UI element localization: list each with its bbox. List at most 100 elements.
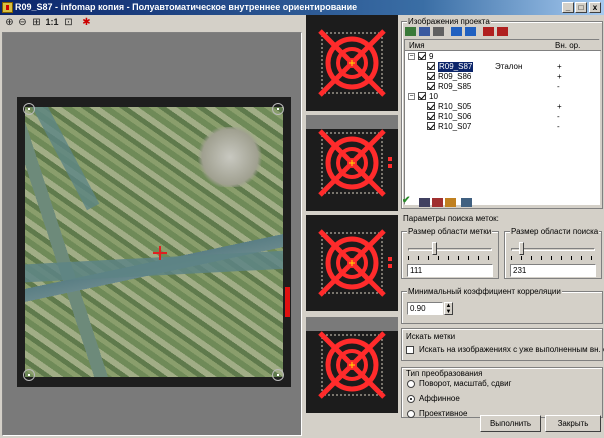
transform-option-rotate-scale-shift[interactable]: Поворот, масштаб, сдвиг [419,379,511,389]
zoom-in-icon[interactable]: ⊕ [3,16,16,29]
search-area-label: Размер области поиска [510,226,600,237]
marker-tool-icon[interactable] [432,198,443,207]
tree-group-name: 10 [429,92,438,101]
close-button[interactable]: Закрыть [545,415,601,432]
tree-image-name: R09_S87 [438,62,474,72]
tree-image-status: - [557,82,560,91]
image-panel: ⊕ ⊖ ⊞ 1:1 ⊡ ✱ [0,15,304,438]
tree-expander-icon[interactable]: − [408,53,415,60]
search-params-heading: Параметры поиска меток: [403,214,499,223]
minimize-button[interactable]: _ [562,2,574,13]
tree-image-row[interactable]: R09_S85 - [405,82,599,92]
project-tree[interactable]: Имя Вн. ор. −9 R09_S87 Эталон + R09_S86 + R09_… [404,39,601,205]
correlation-label: Минимальный коэффициент корреляции [407,286,562,297]
tree-tool-6-icon[interactable] [483,27,494,36]
report-icon[interactable] [461,198,472,207]
tree-image-name: R09_S85 [438,82,472,91]
correlation-input[interactable]: 0.90 [407,302,443,315]
marker-thumbnail-2[interactable] [306,115,398,211]
settings-tool-icon[interactable] [445,198,456,207]
tree-group-checkbox[interactable] [418,52,426,60]
project-images-group: Изображения проекта Имя Вн. ор. −9 R09_S8… [401,16,603,209]
transform-radio-rotate-scale-shift[interactable] [407,380,415,388]
tree-group-checkbox[interactable] [418,92,426,100]
zoom-out-icon[interactable]: ⊖ [16,16,29,29]
window-title: R09_S87 - infomap копия - Полуавтоматиче… [15,2,358,12]
find-on-oriented-checkbox[interactable] [406,346,414,354]
tree-tool-2-icon[interactable] [419,27,430,36]
tree-image-row[interactable]: R10_S07 - [405,122,599,132]
transform-type-label: Тип преобразования [406,369,483,378]
settings-panel: Изображения проекта Имя Вн. ор. −9 R09_S8… [399,15,604,438]
fiducial-mark-top-left [23,103,35,115]
tree-image-checkbox[interactable] [427,62,435,70]
tree-image-name: R10_S07 [438,122,472,131]
tree-image-row[interactable]: R09_S86 + [405,72,599,82]
search-area-input[interactable]: 231 [510,264,596,277]
marker-thumbnails [305,15,399,438]
tree-image-status: + [557,72,562,81]
tree-expander-icon[interactable]: − [408,93,415,100]
run-button[interactable]: Выполнить [480,415,541,432]
fiducial-target-icon [306,317,398,399]
maximize-button[interactable]: □ [575,2,587,13]
transform-radio-projective[interactable] [407,410,415,418]
transform-type-group: Тип преобразования Поворот, масштаб, сдв… [401,367,603,418]
marker-thumbnail-1[interactable] [306,15,398,111]
tree-image-status: + [557,62,562,71]
aerial-photo-frame [17,97,291,387]
tree-image-tag: Эталон [495,62,523,71]
tree-image-checkbox[interactable] [427,82,435,90]
tree-image-status: + [557,102,562,111]
transform-option-affine[interactable]: Аффинное [419,394,460,404]
find-marks-label: Искать метки [406,332,456,341]
title-bar: R09_S87 - infomap копия - Полуавтоматиче… [0,0,604,15]
tree-header: Имя Вн. ор. [405,40,601,51]
tree-image-checkbox[interactable] [427,72,435,80]
river-branch [30,107,100,211]
search-area-slider-thumb[interactable] [518,242,524,255]
mark-size-slider-thumb[interactable] [431,242,437,255]
check-icon[interactable]: ✔ [402,196,410,206]
tree-group-name: 9 [429,52,434,61]
marker-thumbnail-3[interactable] [306,215,398,311]
tree-tool-7-icon[interactable] [497,27,508,36]
tree-image-checkbox[interactable] [427,122,435,130]
mark-size-group: Размер области метки 111 [401,226,499,279]
find-on-oriented-label[interactable]: Искать на изображениях с уже выполненным… [419,345,604,355]
fiducial-target-icon [318,229,392,297]
search-area-slider[interactable] [511,242,595,260]
tree-image-row[interactable]: R09_S87 Эталон + [405,62,599,72]
project-images-label: Изображения проекта [407,16,491,27]
crosshair-cursor [153,246,167,260]
marker-thumbnail-4[interactable] [306,317,398,413]
column-name[interactable]: Имя [409,40,425,51]
frame-edge-marker [285,287,290,317]
camera-icon[interactable] [419,198,430,207]
tree-tool-5-icon[interactable] [465,27,476,36]
app-icon [2,2,13,13]
tree-image-name: R10_S05 [438,102,472,111]
mark-size-input[interactable]: 111 [407,264,493,277]
transform-option-projective[interactable]: Проективное [419,409,467,419]
tree-tool-1-icon[interactable] [405,27,416,36]
tree-image-row[interactable]: R10_S06 - [405,112,599,122]
mark-size-slider[interactable] [408,242,492,260]
tree-tool-4-icon[interactable] [451,27,462,36]
correlation-spin-button[interactable]: ▲ ▼ [444,302,453,315]
tree-image-checkbox[interactable] [427,102,435,110]
tree-tool-3-icon[interactable] [433,27,444,36]
search-area-group: Размер области поиска 231 [504,226,602,279]
fiducial-mark-top-right [272,103,284,115]
one-to-one-button[interactable]: 1:1 [44,16,60,29]
transform-radio-affine[interactable] [407,395,415,403]
tree-image-checkbox[interactable] [427,112,435,120]
extent-icon[interactable]: ⊡ [62,16,75,29]
image-viewer[interactable] [2,32,302,436]
zoom-fit-icon[interactable]: ⊞ [30,16,43,29]
tree-image-row[interactable]: R10_S05 + [405,102,599,112]
close-window-button[interactable]: x [589,2,601,13]
pick-icon[interactable]: ✱ [80,16,93,29]
tree-image-name: R09_S86 [438,72,472,81]
column-inner-orientation[interactable]: Вн. ор. [555,40,580,51]
